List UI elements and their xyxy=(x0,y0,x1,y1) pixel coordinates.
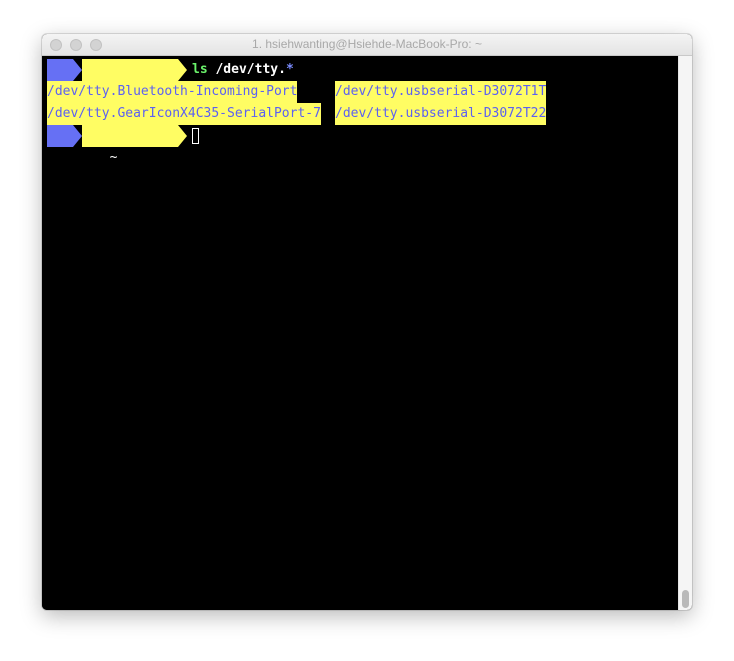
output-row-2: /dev/tty.GearIconX4C35-SerialPort-7 /dev… xyxy=(47,103,667,125)
prompt-git: ᚠ master ● xyxy=(82,125,178,209)
prompt-separator-icon xyxy=(178,125,187,147)
text-cursor[interactable] xyxy=(192,128,199,144)
prompt-home: ~ xyxy=(47,59,117,99)
output-row-1: /dev/tty.Bluetooth-Incoming-Port /dev/tt… xyxy=(47,81,667,103)
prompt-separator-icon xyxy=(73,125,82,147)
prompt-git: ᚠ master ● xyxy=(82,59,178,143)
file-entry: /dev/tty.Bluetooth-Incoming-Port xyxy=(47,81,298,103)
prompt-separator-icon xyxy=(73,59,82,81)
branch-name: master xyxy=(103,172,150,187)
command-program: ls xyxy=(192,62,208,77)
terminal-content[interactable]: ~ ᚠ master ● ls /dev/tty.* /dev/tty.Blue… xyxy=(42,56,678,610)
command-text: ls /dev/tty.* xyxy=(192,59,294,81)
file-entry: /dev/tty.usbserial-D3072T1T xyxy=(335,81,547,103)
vertical-scrollbar[interactable] xyxy=(678,56,692,610)
file-entry: /dev/tty.usbserial-D3072T22 xyxy=(335,103,547,125)
prompt-separator-icon xyxy=(178,59,187,81)
window-title: 1. hsiehwanting@Hsiehde-MacBook-Pro: ~ xyxy=(252,37,482,51)
scrollbar-thumb[interactable] xyxy=(682,590,689,608)
command-argument: /dev/tty. xyxy=(215,62,286,77)
prompt-line-2: ~ ᚠ master ● xyxy=(47,125,667,209)
git-branch-icon: ᚠ xyxy=(86,150,94,165)
file-entry: /dev/tty.GearIconX4C35-SerialPort-7 xyxy=(47,103,321,125)
terminal-window: 1. hsiehwanting@Hsiehde-MacBook-Pro: ~ ~… xyxy=(42,34,692,610)
prompt-home: ~ xyxy=(47,125,117,165)
command-glob: * xyxy=(285,62,294,77)
title-bar[interactable]: 1. hsiehwanting@Hsiehde-MacBook-Pro: ~ xyxy=(42,34,692,56)
dirty-dot-icon: ● xyxy=(158,194,166,209)
prompt-line-1: ~ ᚠ master ● ls /dev/tty.* xyxy=(47,59,667,143)
